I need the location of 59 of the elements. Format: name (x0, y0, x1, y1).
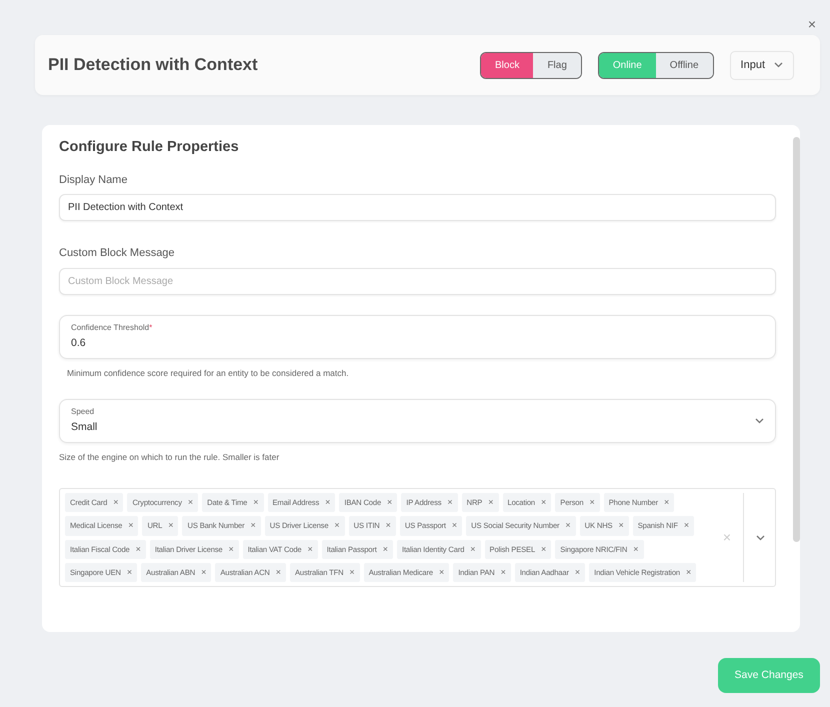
field-label: Display Name (59, 172, 128, 188)
field-label: Speed (71, 406, 96, 418)
tag-remove-button[interactable]: × (113, 498, 118, 507)
tag-remove-button[interactable]: × (334, 521, 340, 530)
tag-remove-button[interactable]: × (500, 568, 506, 578)
tag-remove-button[interactable]: × (325, 498, 330, 507)
tag-remove-button[interactable]: × (565, 521, 571, 530)
tag-remove-button[interactable]: × (386, 521, 391, 530)
help-text: Size of the engine on which to run the rule. Smaller is fater (59, 451, 280, 464)
tag-remove-button[interactable]: × (128, 521, 134, 530)
confidence-field[interactable]: Confidence Threshold* 0.6 (59, 314, 776, 358)
tag-remove-button[interactable]: × (452, 521, 458, 530)
direction-dropdown[interactable]: Input (730, 50, 794, 80)
toggle-option[interactable]: Flag (533, 52, 581, 78)
tag-remove-button[interactable]: × (228, 544, 234, 554)
tag-remove-button[interactable]: × (633, 544, 638, 554)
tag-remove-button[interactable]: × (201, 568, 206, 578)
field-value: 0.6 (71, 336, 87, 351)
tag-remove-button[interactable]: × (541, 498, 546, 507)
tag-remove-button[interactable]: × (136, 544, 141, 554)
tag-remove-button[interactable]: × (488, 498, 494, 507)
toggle-option[interactable]: Block (480, 52, 534, 78)
tag-remove-button[interactable]: × (168, 521, 174, 530)
help-text: Minimum confidence score required for an entity to be considered a match. (67, 366, 350, 380)
tag-remove-button[interactable]: × (686, 568, 692, 578)
toggle-option[interactable]: Offline (656, 52, 713, 78)
tag-remove-button[interactable]: × (188, 498, 194, 507)
tag-remove-button[interactable]: × (684, 521, 690, 530)
close-button[interactable]: × (806, 17, 818, 31)
speed-select[interactable]: Speed Small (59, 399, 776, 443)
section-title: Configure Rule Properties (59, 138, 240, 157)
tag-remove-button[interactable]: × (308, 544, 313, 554)
caret-icon (774, 62, 783, 68)
tag-remove-button[interactable]: × (664, 498, 670, 507)
field-value: Small (71, 420, 98, 436)
field-label: Confidence Threshold (71, 322, 150, 332)
tag-remove-button[interactable]: × (438, 568, 444, 578)
scrollbar[interactable] (793, 137, 800, 542)
tag-remove-button[interactable]: × (589, 498, 595, 507)
tag-remove-button[interactable]: × (250, 521, 256, 530)
tag-remove-button[interactable]: × (253, 498, 259, 507)
display-name-field[interactable]: PII Detection with Context (59, 194, 776, 222)
required-mark: * (149, 322, 152, 332)
tag-remove-button[interactable]: × (541, 544, 546, 554)
rule-title: PII Detection with Context (48, 54, 258, 76)
chevron-down-icon (756, 534, 765, 541)
tag-remove-button[interactable]: × (126, 568, 132, 578)
tag-remove-button[interactable]: × (470, 544, 476, 554)
field-label: Custom Block Message (59, 246, 176, 262)
tag-remove-button[interactable]: × (382, 544, 388, 554)
entity-select[interactable] (59, 488, 776, 588)
tag-remove-button[interactable]: × (618, 521, 624, 530)
tag-remove-button[interactable]: × (447, 498, 453, 507)
tag-remove-button[interactable]: × (574, 568, 580, 578)
block-message-field[interactable]: Custom Block Message (59, 268, 776, 295)
tag-remove-button[interactable]: × (387, 498, 392, 507)
tag-remove-button[interactable]: × (349, 568, 355, 578)
chevron-down-icon (755, 418, 764, 424)
tag-remove-button[interactable]: × (276, 568, 282, 578)
